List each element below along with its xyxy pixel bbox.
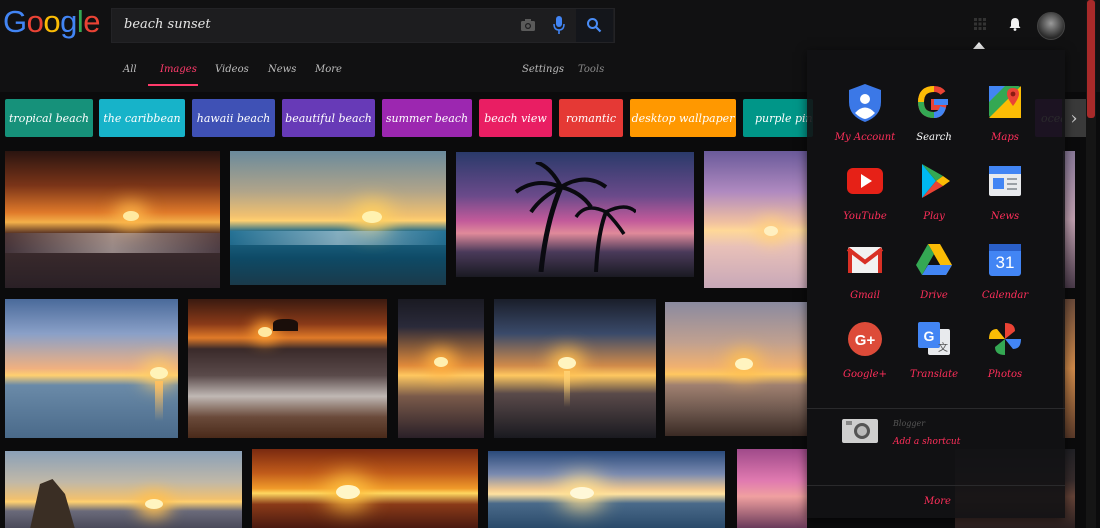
google-plus-icon: G+ xyxy=(848,322,882,356)
app-label: Maps xyxy=(991,132,1019,143)
logo-letter: o xyxy=(43,4,61,39)
image-result[interactable] xyxy=(737,449,807,528)
play-store-icon xyxy=(922,164,950,198)
translate-icon: G文 xyxy=(918,322,950,355)
search-button[interactable] xyxy=(576,9,613,42)
app-label: Drive xyxy=(920,290,948,301)
app-label: Photos xyxy=(987,369,1023,380)
tab-more[interactable]: More xyxy=(315,64,342,75)
news-icon xyxy=(989,166,1021,196)
chevron-right-icon[interactable]: › xyxy=(1062,99,1086,137)
image-result[interactable] xyxy=(456,152,694,277)
svg-text:G: G xyxy=(924,328,935,344)
camera-shortcut-icon xyxy=(842,419,878,443)
more-link[interactable]: More xyxy=(924,496,951,507)
gmail-icon xyxy=(846,247,884,273)
svg-text:G+: G+ xyxy=(855,332,876,349)
app-label: YouTube xyxy=(843,211,887,222)
google-logo[interactable]: Google xyxy=(3,4,101,40)
google-g-icon xyxy=(917,85,948,119)
shortcut-label: Add a shortcut xyxy=(893,437,961,447)
maps-icon xyxy=(989,86,1021,118)
chip-the-caribbean[interactable]: the caribbean xyxy=(99,99,185,137)
chip-tropical-beach[interactable]: tropical beach xyxy=(5,99,93,137)
drive-icon xyxy=(916,244,952,275)
svg-text:文: 文 xyxy=(938,341,948,354)
image-result[interactable] xyxy=(704,151,807,288)
image-result[interactable] xyxy=(5,151,220,288)
active-tab-underline xyxy=(148,84,198,86)
app-label: My Account xyxy=(834,132,896,143)
image-result[interactable] xyxy=(230,151,446,285)
app-label: Play xyxy=(923,211,945,222)
chip-beach-view[interactable]: beach view xyxy=(479,99,552,137)
scrollbar-thumb[interactable] xyxy=(1087,0,1095,118)
tab-all[interactable]: All xyxy=(123,64,137,75)
image-result[interactable] xyxy=(494,299,656,438)
avatar[interactable] xyxy=(1037,12,1065,40)
image-result[interactable] xyxy=(665,302,807,436)
chip-romantic[interactable]: romantic xyxy=(559,99,623,137)
photos-icon xyxy=(989,323,1021,355)
image-result[interactable] xyxy=(252,449,478,528)
chip-desktop-wallpaper[interactable]: desktop wallpaper xyxy=(630,99,736,137)
image-result[interactable] xyxy=(5,451,242,528)
add-shortcut[interactable]: Blogger Add a shortcut xyxy=(837,415,1037,447)
app-label: Gmail xyxy=(850,290,880,301)
tab-images[interactable]: Images xyxy=(160,64,197,75)
apps-grid-icon[interactable] xyxy=(974,18,986,30)
image-result[interactable] xyxy=(5,299,178,438)
panel-divider xyxy=(807,408,1065,409)
account-icon xyxy=(849,84,881,122)
tab-tools[interactable]: Tools xyxy=(578,64,604,75)
panel-caret xyxy=(973,42,985,49)
microphone-icon[interactable] xyxy=(552,16,566,34)
app-label: Search xyxy=(916,132,952,143)
app-label: Google+ xyxy=(843,369,887,380)
chip-purple-pink[interactable]: purple pink xyxy=(743,99,813,137)
image-result[interactable] xyxy=(398,299,484,438)
tab-news[interactable]: News xyxy=(268,64,296,75)
search-box[interactable]: beach sunset xyxy=(111,8,615,43)
tab-videos[interactable]: Videos xyxy=(215,64,249,75)
chip-summer-beach[interactable]: summer beach xyxy=(382,99,472,137)
image-result[interactable] xyxy=(488,451,725,528)
logo-letter: g xyxy=(60,4,77,39)
calendar-day: 31 xyxy=(995,253,1015,272)
app-label: Calendar xyxy=(981,290,1029,301)
notifications-bell-icon[interactable] xyxy=(1009,17,1021,31)
logo-letter: e xyxy=(83,4,101,39)
chip-beautiful-beach[interactable]: beautiful beach xyxy=(282,99,375,137)
search-input[interactable]: beach sunset xyxy=(124,17,211,32)
app-label: Translate xyxy=(909,369,959,380)
tab-settings[interactable]: Settings xyxy=(522,64,564,75)
logo-letter: o xyxy=(26,4,44,39)
apps-panel: My Account Search Maps YouTube Play News… xyxy=(807,50,1065,518)
chip-hawaii-beach[interactable]: hawaii beach xyxy=(192,99,275,137)
camera-icon[interactable] xyxy=(520,17,536,33)
youtube-icon xyxy=(847,168,883,194)
search-icon xyxy=(587,18,602,33)
app-label: News xyxy=(990,211,1020,222)
logo-letter: G xyxy=(3,4,27,39)
shortcut-small-label: Blogger xyxy=(893,419,926,428)
panel-more-bar xyxy=(807,485,1065,486)
image-result[interactable] xyxy=(188,299,387,438)
